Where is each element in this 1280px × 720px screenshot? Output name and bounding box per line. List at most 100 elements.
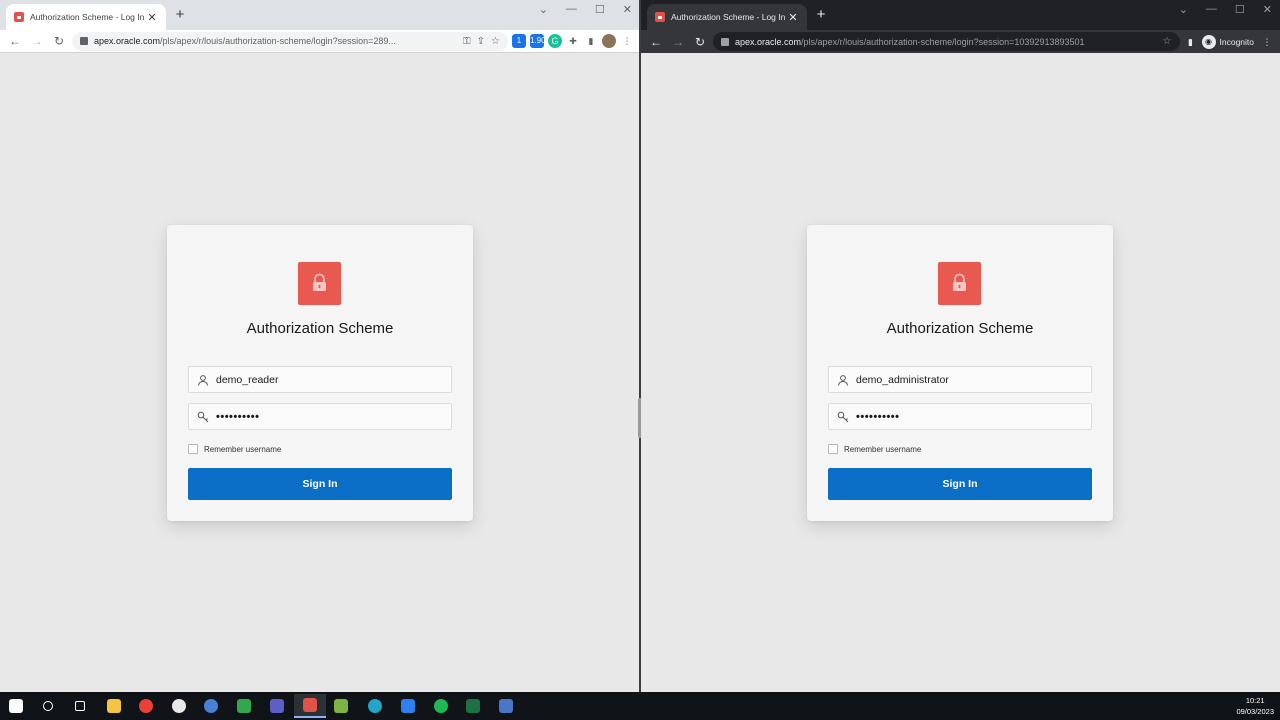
bookmark-star-icon[interactable]: ☆: [1163, 36, 1172, 47]
new-tab-button[interactable]: +: [172, 7, 188, 23]
share-icon[interactable]: ⇪: [477, 36, 485, 47]
incognito-icon: ◉: [1201, 34, 1216, 49]
url-host: apex.oracle.com: [735, 36, 802, 47]
forward-arrow-icon[interactable]: →: [669, 33, 687, 51]
extensions-puzzle-icon[interactable]: ✚: [566, 34, 580, 48]
address-bar[interactable]: apex.oracle.com/pls/apex/r/louis/authori…: [713, 32, 1180, 51]
lock-icon[interactable]: [80, 37, 88, 45]
chrome-icon[interactable]: [136, 696, 156, 716]
remember-label: Remember username: [844, 444, 922, 454]
search-icon[interactable]: [38, 696, 58, 716]
username-field[interactable]: [188, 366, 452, 393]
incognito-label: Incognito: [1219, 36, 1255, 47]
sign-in-button[interactable]: Sign In: [188, 468, 452, 500]
close-window-icon[interactable]: ✕: [623, 3, 632, 16]
key-icon[interactable]: ⚿: [463, 36, 471, 47]
username-field[interactable]: [828, 366, 1092, 393]
url-text: apex.oracle.com/pls/apex/r/louis/authori…: [94, 36, 457, 46]
firefox-icon[interactable]: [201, 696, 221, 716]
remember-username-option[interactable]: Remember username: [188, 444, 281, 454]
url-text: apex.oracle.com/pls/apex/r/louis/authori…: [735, 37, 1157, 47]
url-path: /pls/apex/r/louis/authorization-scheme/l…: [160, 36, 396, 46]
desktop-screen: Authorization Scheme - Log In ✕ + ⌄ — ☐ …: [0, 0, 1280, 720]
menu-kebab-icon[interactable]: ⋮: [1260, 35, 1274, 49]
apex-favicon-icon: [655, 12, 665, 22]
key-icon: [197, 411, 209, 422]
login-title: Authorization Scheme: [246, 320, 394, 337]
back-arrow-icon[interactable]: ←: [6, 32, 24, 50]
notepad-icon[interactable]: [331, 696, 351, 716]
login-card: Authorization Scheme •••••••••• Remember…: [807, 225, 1113, 521]
system-clock[interactable]: 10:21 09/03/2023: [1236, 695, 1274, 717]
reload-icon[interactable]: ↻: [691, 33, 709, 51]
padlock-icon: [298, 262, 341, 305]
profile-avatar[interactable]: [602, 34, 616, 48]
tab-strip: Authorization Scheme - Log In ✕ + ⌄ — ☐ …: [0, 0, 640, 30]
teams-icon[interactable]: [267, 696, 287, 716]
remember-username-option[interactable]: Remember username: [828, 444, 921, 454]
user-icon: [838, 374, 848, 386]
side-panel-icon[interactable]: ▮: [584, 34, 598, 48]
new-tab-button[interactable]: +: [813, 7, 829, 23]
incognito-indicator[interactable]: ◉ Incognito: [1201, 34, 1257, 49]
start-icon[interactable]: [6, 696, 26, 716]
file-explorer-icon[interactable]: [104, 696, 124, 716]
forward-arrow-icon[interactable]: →: [28, 32, 46, 50]
username-input[interactable]: [856, 373, 1083, 386]
task-view-icon[interactable]: [70, 696, 90, 716]
apex-favicon-icon: [14, 12, 24, 22]
user-icon: [198, 374, 208, 386]
minimize-icon[interactable]: —: [1206, 3, 1217, 16]
password-field[interactable]: ••••••••••: [188, 403, 452, 430]
menu-kebab-icon[interactable]: ⋮: [620, 34, 634, 48]
close-window-icon[interactable]: ✕: [1263, 3, 1272, 16]
key-icon: [837, 411, 849, 422]
tab-search-icon[interactable]: ⌄: [1179, 3, 1188, 16]
remember-checkbox[interactable]: [828, 444, 838, 454]
tab-strip: Authorization Scheme - Log In ✕ + ⌄ — ☐ …: [641, 0, 1280, 30]
side-panel-icon[interactable]: ▮: [1184, 35, 1198, 49]
extension-counter-icon[interactable]: 1.90: [530, 34, 546, 48]
maximize-icon[interactable]: ☐: [1235, 3, 1245, 16]
maximize-icon[interactable]: ☐: [595, 3, 605, 16]
minimize-icon[interactable]: —: [566, 3, 577, 16]
vscode-icon[interactable]: [398, 696, 418, 716]
tab-authorization-login[interactable]: Authorization Scheme - Log In ✕: [6, 4, 166, 30]
browser-window-right: Authorization Scheme - Log In ✕ + ⌄ — ☐ …: [641, 0, 1280, 692]
close-tab-icon[interactable]: ✕: [146, 11, 158, 24]
username-input[interactable]: [216, 373, 443, 386]
video-editor-icon[interactable]: [234, 696, 254, 716]
edge-icon[interactable]: [365, 696, 385, 716]
padlock-icon: [938, 262, 981, 305]
browser-toolbar: ← → ↻ apex.oracle.com/pls/apex/r/louis/a…: [0, 30, 640, 53]
browser-window-left: Authorization Scheme - Log In ✕ + ⌄ — ☐ …: [0, 0, 640, 692]
calculator-icon[interactable]: [496, 696, 516, 716]
slack-icon[interactable]: [169, 696, 189, 716]
url-path: /pls/apex/r/louis/authorization-scheme/l…: [801, 36, 1085, 47]
close-tab-icon[interactable]: ✕: [787, 11, 799, 24]
windows-taskbar: 10:21 09/03/2023: [0, 692, 1280, 720]
remember-checkbox[interactable]: [188, 444, 198, 454]
password-field[interactable]: ••••••••••: [828, 403, 1092, 430]
tab-search-icon[interactable]: ⌄: [539, 3, 548, 16]
tab-title: Authorization Scheme - Log In: [671, 12, 786, 22]
browser-toolbar: ← → ↻ apex.oracle.com/pls/apex/r/louis/a…: [641, 30, 1280, 53]
grammarly-icon[interactable]: G: [548, 34, 562, 48]
back-arrow-icon[interactable]: ←: [647, 33, 665, 51]
address-bar[interactable]: apex.oracle.com/pls/apex/r/louis/authori…: [72, 31, 508, 51]
password-input[interactable]: ••••••••••: [216, 411, 260, 423]
sign-in-button[interactable]: Sign In: [828, 468, 1092, 500]
excel-icon[interactable]: [463, 696, 483, 716]
tab-authorization-login[interactable]: Authorization Scheme - Log In ✕: [647, 4, 807, 30]
reload-icon[interactable]: ↻: [50, 32, 68, 50]
url-host: apex.oracle.com: [94, 36, 161, 46]
lock-icon[interactable]: [721, 37, 729, 46]
active-window-icon[interactable]: [294, 694, 326, 718]
password-input[interactable]: ••••••••••: [856, 411, 900, 423]
remember-label: Remember username: [204, 444, 282, 454]
tab-title: Authorization Scheme - Log In: [30, 12, 145, 22]
bookmark-star-icon[interactable]: ☆: [491, 36, 500, 47]
clock-date: 09/03/2023: [1236, 707, 1274, 716]
spotify-icon[interactable]: [431, 696, 451, 716]
extension-badge-icon[interactable]: 1: [512, 34, 526, 48]
